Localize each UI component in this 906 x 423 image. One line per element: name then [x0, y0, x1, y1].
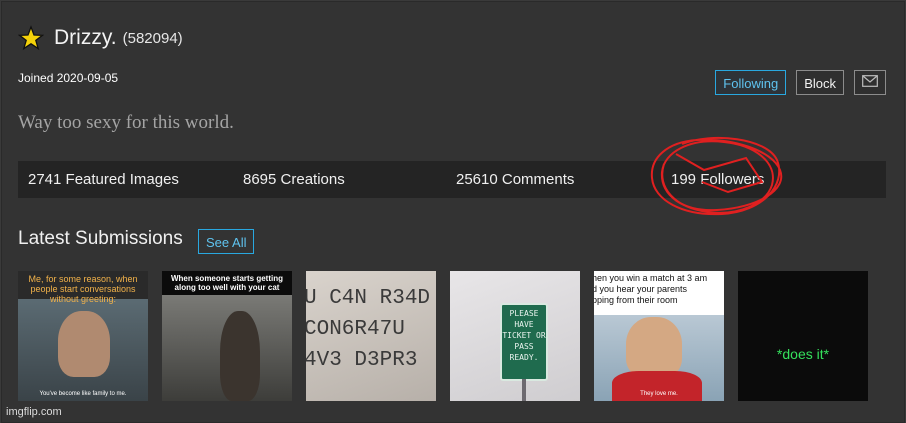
profile-actions: Following Block: [715, 70, 886, 95]
following-button[interactable]: Following: [715, 70, 787, 95]
block-button[interactable]: Block: [796, 70, 844, 95]
thumbnail-caption: *does it*: [776, 346, 830, 362]
thumbnail-caption: When someone starts getting along too we…: [170, 274, 283, 292]
star-icon: [17, 25, 45, 51]
submission-thumbnail[interactable]: hen you win a match at 3 am d you hear y…: [594, 271, 724, 401]
thumbnail-caption: Me, for some reason, when people start c…: [28, 274, 138, 304]
thumbnail-subcaption: They love me.: [640, 391, 678, 397]
profile-panel: Drizzy. (582094) Joined 2020-09-05 Follo…: [1, 1, 905, 423]
see-all-button[interactable]: See All: [198, 229, 255, 254]
thumbnail-caption: hen you win a match at 3 am d you hear y…: [594, 273, 708, 305]
thumbnail-subcaption: You've become like family to me.: [39, 391, 127, 397]
points-count: (582094): [122, 29, 183, 47]
submission-thumbnail[interactable]: U C4N R34D CON6R47U 4V3 D3PR3: [306, 271, 436, 401]
username[interactable]: Drizzy.: [54, 26, 117, 50]
thumbnail-caption: U C4N R34D CON6R47U 4V3 D3PR3: [306, 287, 431, 372]
latest-submissions-title: Latest Submissions: [18, 228, 183, 249]
profile-bio: Way too sexy for this world.: [18, 112, 234, 133]
face-image: [58, 311, 110, 377]
person-image: [220, 311, 260, 401]
submissions-grid: Me, for some reason, when people start c…: [18, 271, 868, 401]
submission-thumbnail[interactable]: When someone starts getting along too we…: [162, 271, 292, 401]
submission-thumbnail[interactable]: *does it*: [738, 271, 868, 401]
thumbnail-caption: PLEASE HAVE TICKET OR PASS READY.: [500, 303, 548, 381]
stat-creations[interactable]: 8695 Creations: [243, 171, 345, 188]
mail-icon: [862, 70, 878, 95]
joined-date: Joined 2020-09-05: [18, 71, 119, 85]
message-button[interactable]: [854, 70, 886, 95]
stats-bar: 2741 Featured Images 8695 Creations 2561…: [18, 161, 886, 198]
sign-pole: [522, 379, 526, 401]
stat-featured-images[interactable]: 2741 Featured Images: [28, 171, 179, 188]
stat-followers[interactable]: 199 Followers: [671, 171, 764, 188]
stat-comments[interactable]: 25610 Comments: [456, 171, 574, 188]
profile-header: Drizzy. (582094): [17, 25, 183, 51]
submission-thumbnail[interactable]: Me, for some reason, when people start c…: [18, 271, 148, 401]
submission-thumbnail[interactable]: PLEASE HAVE TICKET OR PASS READY.: [450, 271, 580, 401]
face-image: [626, 317, 682, 377]
imgflip-watermark: imgflip.com: [6, 406, 62, 418]
